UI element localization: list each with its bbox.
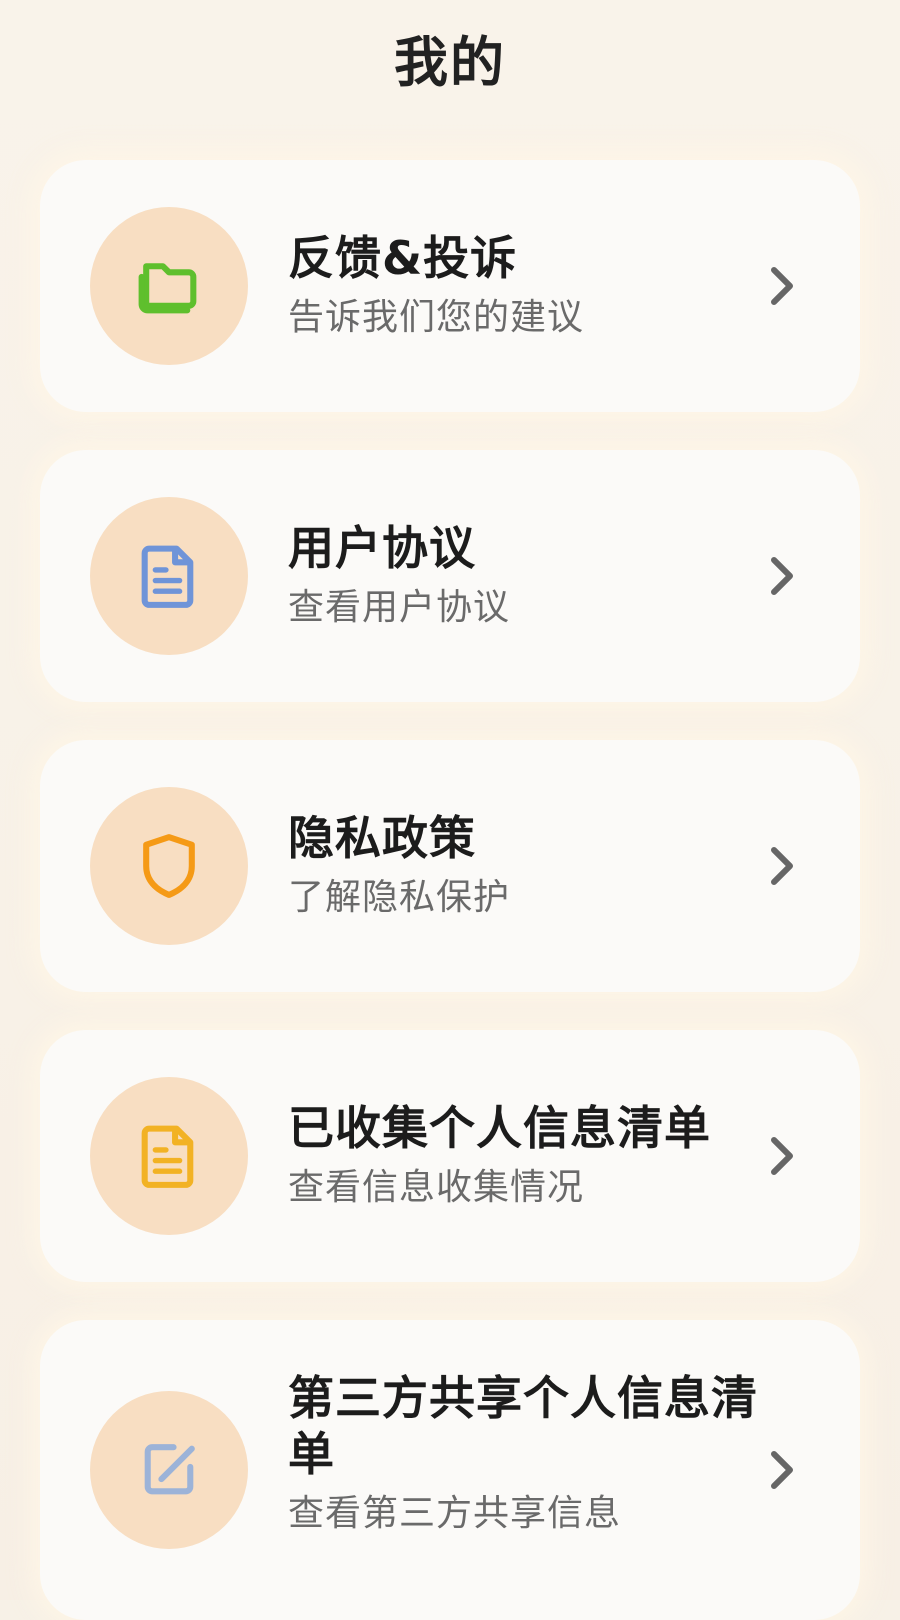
icon-container [90, 787, 248, 945]
menu-item-subtitle: 查看第三方共享信息 [288, 1493, 622, 1534]
menu-item-user-agreement[interactable]: 用户协议 查看用户协议 [40, 450, 860, 702]
icon-container [90, 497, 248, 655]
menu-item-subtitle: 查看用户协议 [288, 587, 511, 628]
chevron-right-icon [771, 1451, 793, 1489]
menu-item-third-party-sharing[interactable]: 第三方共享个人信息清单 查看第三方共享信息 [40, 1320, 860, 1620]
icon-container [90, 1391, 248, 1549]
menu-item-text: 反馈&投诉 告诉我们您的建议 [288, 230, 758, 340]
menu-item-title: 反馈&投诉 [288, 231, 518, 285]
menu-item-subtitle: 查看信息收集情况 [288, 1167, 585, 1208]
document-icon [141, 545, 194, 608]
menu-item-title: 第三方共享个人信息清单 [288, 1371, 758, 1481]
menu-item-title: 已收集个人信息清单 [288, 1101, 711, 1155]
menu-item-feedback[interactable]: 反馈&投诉 告诉我们您的建议 [40, 160, 860, 412]
menu-item-text: 已收集个人信息清单 查看信息收集情况 [288, 1100, 758, 1210]
menu-item-title: 隐私政策 [288, 811, 476, 865]
icon-container [90, 1077, 248, 1235]
chevron-right-icon [771, 1137, 793, 1175]
document-icon [141, 1125, 194, 1188]
shield-icon [143, 834, 195, 898]
menu-item-subtitle: 告诉我们您的建议 [288, 297, 585, 338]
icon-container [90, 207, 248, 365]
edit-icon [144, 1444, 195, 1495]
menu-item-text: 用户协议 查看用户协议 [288, 520, 758, 630]
chevron-right-icon [771, 847, 793, 885]
menu-item-subtitle: 了解隐私保护 [288, 877, 511, 918]
menu-item-privacy-policy[interactable]: 隐私政策 了解隐私保护 [40, 740, 860, 992]
page-title: 我的 [394, 31, 506, 94]
folder-icon [138, 263, 197, 314]
menu-item-text: 隐私政策 了解隐私保护 [288, 810, 758, 920]
menu-item-collected-info[interactable]: 已收集个人信息清单 查看信息收集情况 [40, 1030, 860, 1282]
menu-item-text: 第三方共享个人信息清单 查看第三方共享信息 [288, 1370, 758, 1536]
chevron-right-icon [771, 557, 793, 595]
menu-item-title: 用户协议 [288, 521, 476, 575]
chevron-right-icon [771, 267, 793, 305]
